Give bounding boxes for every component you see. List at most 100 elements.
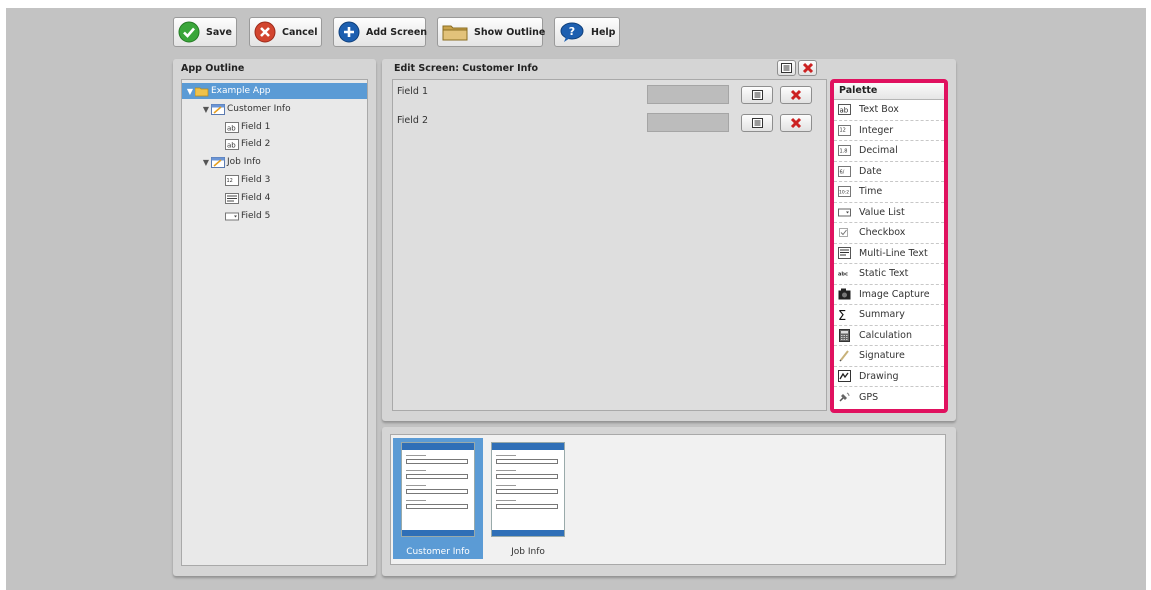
tree-item-customer-info[interactable]: ▼ Customer Info: [201, 101, 291, 117]
checkbox-icon: [838, 227, 851, 239]
edit-screen-title: Edit Screen: Customer Info: [394, 63, 539, 74]
palette-item-value-list[interactable]: Value List: [834, 203, 944, 223]
svg-text:ab: ab: [227, 124, 236, 132]
screen-preview: [491, 442, 565, 537]
palette-item-label: GPS: [859, 391, 879, 403]
field-2-delete-button[interactable]: [780, 114, 812, 132]
palette-item-date[interactable]: 6/ Date: [834, 162, 944, 182]
svg-text:12: 12: [227, 178, 233, 184]
palette: Palette ab Text Box 12 Integer 1.8 Decim…: [830, 79, 948, 413]
help-button[interactable]: ? Help: [554, 17, 620, 47]
palette-item-signature[interactable]: Signature: [834, 346, 944, 367]
palette-item-label: Integer: [859, 124, 894, 136]
palette-item-label: Decimal: [859, 145, 898, 157]
satellite-icon: [838, 391, 851, 403]
palette-item-summary[interactable]: Σ Summary: [834, 305, 944, 326]
field-2-input[interactable]: [647, 113, 729, 132]
help-icon: ?: [560, 22, 584, 42]
field-1-delete-button[interactable]: [780, 86, 812, 104]
palette-item-drawing[interactable]: Drawing: [834, 367, 944, 387]
field-2-properties-button[interactable]: [741, 114, 773, 132]
add-screen-button[interactable]: Add Screen: [333, 17, 428, 47]
close-icon: [802, 62, 813, 74]
svg-text:10:2: 10:2: [839, 190, 849, 196]
time-icon: 10:2: [838, 186, 851, 198]
field-1-input[interactable]: [647, 85, 729, 104]
valuelist-icon: [838, 206, 851, 218]
palette-item-time[interactable]: 10:2 Time: [834, 182, 944, 203]
screen-properties-button[interactable]: [777, 60, 796, 76]
palette-item-label: Static Text: [859, 268, 909, 280]
integer-icon: 12: [838, 124, 851, 136]
palette-item-label: Date: [859, 165, 882, 177]
field-1-properties-button[interactable]: [741, 86, 773, 104]
palette-item-calculation[interactable]: Calculation: [834, 326, 944, 346]
multiline-icon: [225, 192, 239, 204]
tree-item-job-info[interactable]: ▼ Job Info: [201, 154, 261, 170]
tree-label: Field 5: [241, 211, 271, 221]
svg-text:?: ?: [569, 25, 575, 38]
outline-tree: ▼ Example App ▼ Customer Info ab Field 1…: [181, 79, 368, 566]
add-screen-label: Add Screen: [366, 26, 428, 38]
svg-text:12: 12: [840, 127, 846, 133]
list-icon: [751, 90, 763, 100]
palette-item-multi-line-text[interactable]: Multi-Line Text: [834, 244, 944, 264]
cancel-button[interactable]: Cancel: [249, 17, 322, 47]
pen-icon: [838, 350, 851, 362]
tree-item-field-3[interactable]: 12 Field 3: [225, 172, 270, 188]
multiline-icon: [838, 247, 851, 260]
palette-item-label: Image Capture: [859, 288, 930, 300]
close-icon: [254, 21, 276, 43]
svg-text:6/: 6/: [840, 169, 845, 175]
app-outline-panel: App Outline ▼ Example App ▼ Customer Inf…: [173, 59, 376, 576]
close-icon: [790, 89, 802, 101]
expand-arrow-icon[interactable]: ▼: [201, 158, 211, 167]
outline-title: App Outline: [181, 63, 245, 74]
palette-item-checkbox[interactable]: Checkbox: [834, 223, 944, 244]
delete-screen-button[interactable]: [798, 60, 817, 76]
palette-item-label: Summary: [859, 309, 905, 321]
palette-item-text-box[interactable]: ab Text Box: [834, 100, 944, 121]
save-label: Save: [206, 26, 232, 38]
tree-item-field-1[interactable]: ab Field 1: [225, 119, 270, 135]
svg-text:abc: abc: [838, 272, 848, 278]
screen-icon: [211, 103, 225, 115]
show-outline-button[interactable]: Show Outline: [437, 17, 545, 47]
tree-item-field-5[interactable]: Field 5: [225, 208, 270, 224]
tree-item-field-4[interactable]: Field 4: [225, 190, 270, 206]
expand-arrow-icon[interactable]: ▼: [201, 105, 211, 114]
screen-thumbnail-customer-info[interactable]: Customer Info: [393, 438, 483, 559]
close-icon: [790, 117, 802, 129]
folder-icon: [195, 87, 209, 96]
tree-label: Field 1: [241, 122, 271, 132]
sigma-icon: Σ: [838, 309, 851, 321]
cancel-label: Cancel: [282, 26, 318, 38]
palette-item-label: Calculation: [859, 329, 912, 341]
drawing-icon: [838, 370, 851, 383]
tree-label: Customer Info: [227, 104, 291, 114]
palette-item-label: Value List: [859, 206, 905, 218]
palette-item-integer[interactable]: 12 Integer: [834, 121, 944, 141]
tree-item-field-2[interactable]: ab Field 2: [225, 136, 270, 152]
palette-item-image-capture[interactable]: Image Capture: [834, 285, 944, 305]
palette-item-static-text[interactable]: abc Static Text: [834, 264, 944, 285]
static-text-icon: abc: [838, 268, 851, 280]
tree-label: Field 4: [241, 193, 271, 203]
camera-icon: [838, 288, 851, 300]
screen-thumbnail-label: Customer Info: [406, 547, 470, 557]
tree-label: Field 2: [241, 139, 271, 149]
screen-thumbnail-job-info[interactable]: Job Info: [483, 438, 573, 559]
tree-label: Field 3: [241, 175, 271, 185]
expand-arrow-icon[interactable]: ▼: [185, 87, 195, 96]
field-label: Field 2: [397, 115, 428, 126]
tree-label: Job Info: [227, 157, 261, 167]
save-button[interactable]: Save: [173, 17, 237, 47]
integer-icon: 12: [225, 174, 239, 186]
palette-item-label: Time: [859, 186, 883, 198]
palette-item-decimal[interactable]: 1.8 Decimal: [834, 141, 944, 162]
palette-title: Palette: [834, 83, 944, 100]
tree-item-example-app[interactable]: ▼ Example App: [182, 83, 367, 99]
valuelist-icon: [225, 212, 239, 220]
palette-item-gps[interactable]: GPS: [834, 387, 944, 408]
screens-panel: Customer Info Job Info: [382, 427, 956, 576]
